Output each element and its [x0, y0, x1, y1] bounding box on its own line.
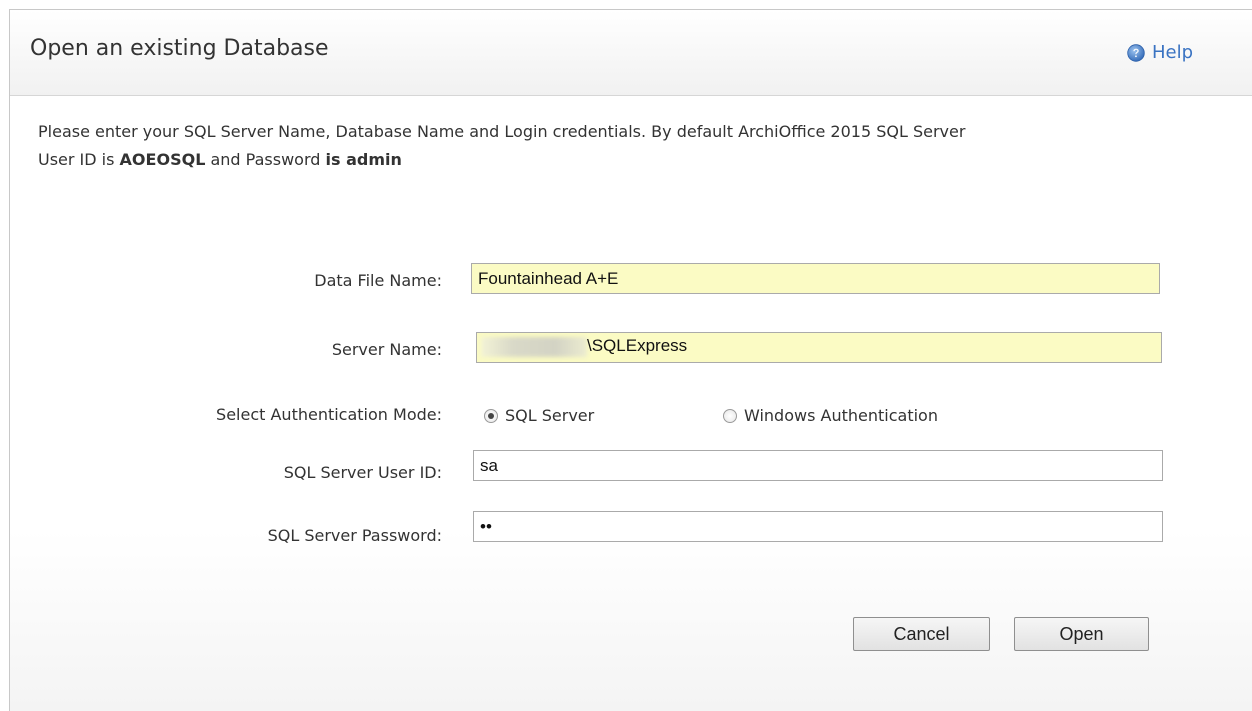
dialog-header: Open an existing Database Help	[10, 10, 1252, 96]
auth-option-sql-server[interactable]: SQL Server	[484, 406, 594, 425]
open-database-dialog: Open an existing Database Help Please en…	[9, 9, 1252, 711]
server-name-input[interactable]: \SQLExpress	[476, 332, 1162, 363]
help-circle-icon	[1127, 43, 1145, 62]
help-link[interactable]: Help	[1127, 42, 1193, 63]
sql-server-radio[interactable]	[484, 408, 498, 423]
redacted-server-host	[481, 337, 587, 357]
open-button[interactable]: Open	[1014, 617, 1149, 651]
dialog-title: Open an existing Database	[30, 36, 329, 61]
server-name-label: Server Name:	[331, 340, 442, 359]
data-file-name-input[interactable]	[471, 263, 1160, 294]
intro-line2-part1: User ID is	[38, 150, 120, 169]
server-name-value: \SQLExpress	[587, 336, 688, 355]
data-file-label: Data File Name:	[314, 271, 442, 290]
windows-auth-radio[interactable]	[723, 408, 737, 423]
sql-server-radio-label: SQL Server	[505, 406, 595, 425]
cancel-button[interactable]: Cancel	[853, 617, 990, 651]
password-input[interactable]	[473, 511, 1163, 542]
intro-line2-part2: and Password	[205, 150, 326, 169]
auth-option-windows[interactable]: Windows Authentication	[723, 406, 938, 425]
intro-default-user-id: AOEOSQL	[119, 150, 206, 169]
windows-auth-radio-label: Windows Authentication	[744, 406, 938, 425]
auth-mode-label: Select Authentication Mode:	[216, 405, 442, 424]
help-label: Help	[1152, 42, 1194, 63]
intro-default-password: is admin	[325, 150, 402, 169]
intro-text: Please enter your SQL Server Name, Datab…	[38, 118, 1238, 174]
password-label: SQL Server Password:	[267, 526, 442, 545]
user-id-input[interactable]	[473, 450, 1163, 481]
user-id-label: SQL Server User ID:	[283, 463, 442, 482]
intro-line1: Please enter your SQL Server Name, Datab…	[38, 122, 966, 141]
